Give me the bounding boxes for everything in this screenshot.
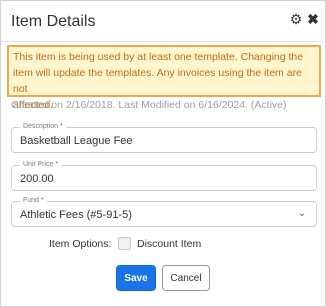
template-warning-banner: This item is being used by at least one … <box>7 45 321 111</box>
item-details-dialog: Item Details ⚙ ✖ This item is being used… <box>0 0 326 307</box>
save-button[interactable]: Save <box>116 265 156 291</box>
dialog-header: Item Details ⚙ ✖ <box>1 1 325 42</box>
item-options-row: Item Options: Discount Item <box>1 237 325 253</box>
description-field[interactable]: Description * <box>11 123 317 153</box>
gear-icon[interactable]: ⚙ <box>289 11 303 27</box>
warning-line: This item is being used by at least one … <box>13 51 304 63</box>
discount-item-checkbox[interactable] <box>118 237 131 250</box>
required-mark: * <box>55 161 59 168</box>
dialog-title: Item Details <box>11 13 96 30</box>
required-mark: * <box>40 197 44 204</box>
unit-price-input[interactable] <box>18 169 282 189</box>
item-options-label: Item Options: <box>49 238 112 250</box>
unit-price-field[interactable]: Unit Price * <box>11 161 317 191</box>
warning-line: item will update the templates. Any invo… <box>13 67 302 95</box>
created-modified-text: Created on 2/16/2018. Last Modified on 6… <box>11 99 287 111</box>
fund-label: Fund * <box>20 197 47 204</box>
fund-select-value[interactable] <box>18 205 282 225</box>
close-icon[interactable]: ✖ <box>306 11 320 27</box>
unit-price-label: Unit Price * <box>20 161 62 168</box>
fund-select[interactable]: Fund * ⌄ <box>11 197 317 227</box>
discount-item-label[interactable]: Discount Item <box>137 238 201 250</box>
description-label: Description * <box>20 123 66 130</box>
description-input[interactable] <box>18 131 282 151</box>
cancel-button[interactable]: Cancel <box>162 265 210 291</box>
chevron-down-icon[interactable]: ⌄ <box>296 206 308 222</box>
required-mark: * <box>59 123 63 130</box>
